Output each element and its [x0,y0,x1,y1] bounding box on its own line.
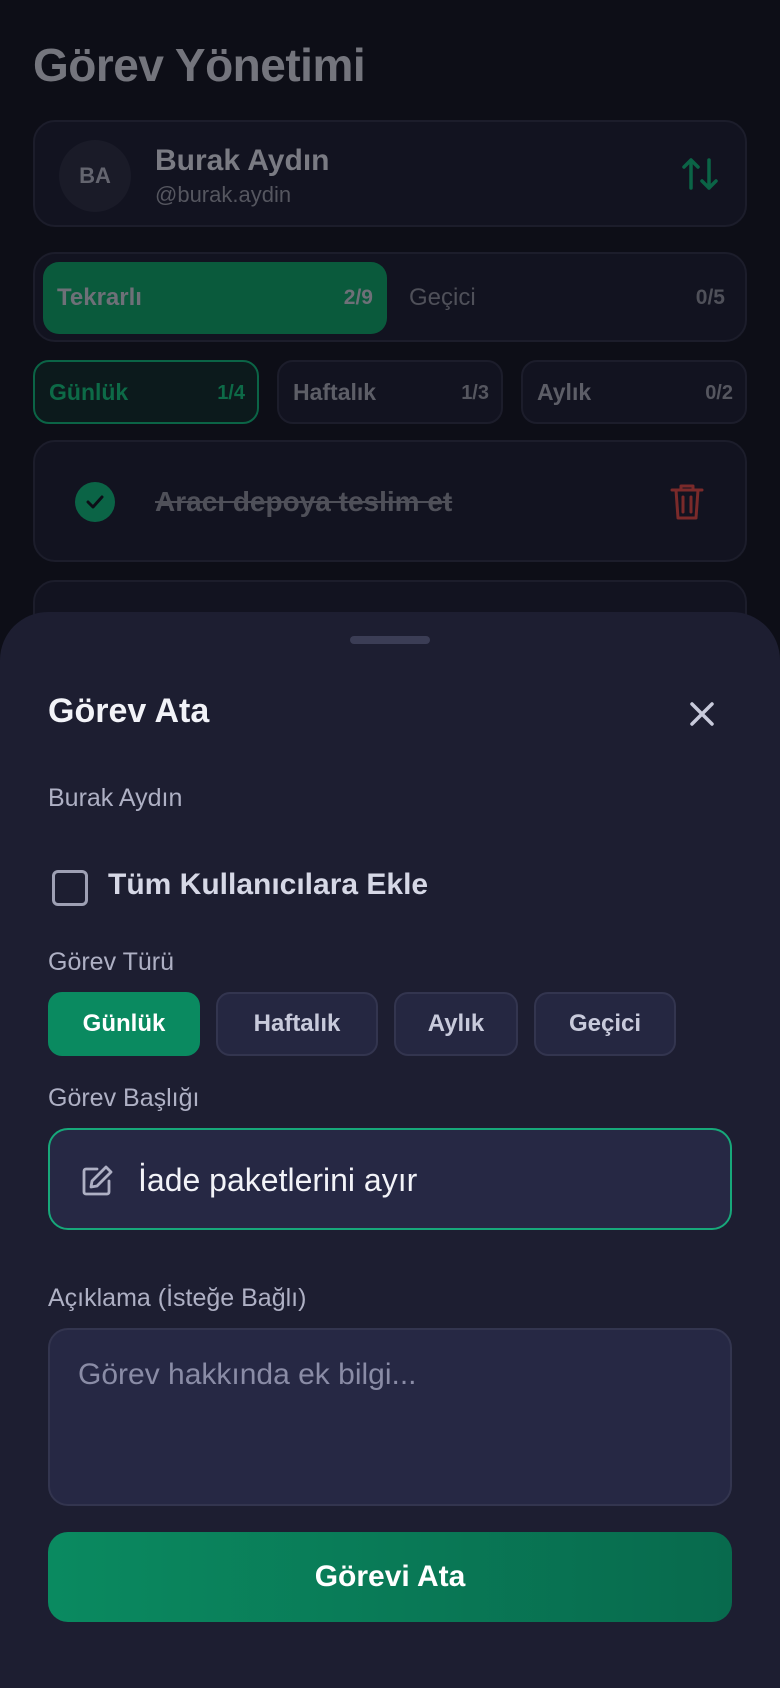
type-gunluk-button[interactable]: Günlük [48,992,200,1056]
segment-count: 2/9 [343,286,373,309]
task-title-value: İade paketlerini ayır [138,1162,418,1198]
task-item[interactable]: Aracı depoya teslim et [33,440,747,562]
segment-control: Tekrarlı 2/9 Geçici 0/5 [33,252,747,342]
segment-label: Tekrarlı [57,284,142,311]
tab-count: 1/3 [461,382,489,404]
assignee-label: Burak Aydın [48,784,183,812]
sheet-handle[interactable] [350,636,430,644]
edit-icon [82,1165,113,1196]
type-haftalik-button[interactable]: Haftalık [216,992,378,1056]
tab-count: 1/4 [217,382,245,404]
description-textarea[interactable]: Görev hakkında ek bilgi... [48,1328,732,1506]
task-title: Aracı depoya teslim et [155,486,453,517]
all-users-label[interactable]: Tüm Kullanıcılara Ekle [108,868,428,902]
avatar: BA [59,140,131,212]
segment-tekrarli[interactable]: Tekrarlı 2/9 [43,262,387,334]
description-placeholder: Görev hakkında ek bilgi... [78,1358,417,1391]
assign-task-button[interactable]: Görevi Ata [48,1532,732,1622]
sheet-title: Görev Ata [48,692,210,730]
task-title-label: Görev Başlığı [48,1084,200,1112]
user-handle: @burak.aydin [155,182,292,207]
type-gecici-button[interactable]: Geçici [534,992,676,1056]
tab-haftalik[interactable]: Haftalık 1/3 [277,360,503,424]
tab-gunluk[interactable]: Günlük 1/4 [33,360,259,424]
assign-task-sheet: Görev Ata Burak Aydın Tüm Kullanıcılara … [0,612,780,1688]
user-name: Burak Aydın [155,144,330,177]
user-card[interactable]: BA Burak Aydın @burak.aydin [33,120,747,227]
task-type-label: Görev Türü [48,948,174,976]
check-icon[interactable] [75,482,115,522]
description-label: Açıklama (İsteğe Bağlı) [48,1284,307,1312]
tab-label: Aylık [537,379,592,405]
tab-label: Haftalık [293,379,377,405]
segment-count: 0/5 [695,286,725,309]
all-users-checkbox[interactable] [52,870,88,906]
tab-aylik[interactable]: Aylık 0/2 [521,360,747,424]
sort-arrows-icon[interactable] [679,152,723,196]
page-title: Görev Yönetimi [33,39,366,91]
task-title-input[interactable]: İade paketlerini ayır [48,1128,732,1230]
type-aylik-button[interactable]: Aylık [394,992,518,1056]
tab-label: Günlük [49,379,129,405]
close-icon[interactable] [684,696,720,732]
tab-count: 0/2 [705,382,733,404]
segment-label: Geçici [409,284,476,311]
trash-icon[interactable] [669,482,705,522]
segment-gecici[interactable]: Geçici 0/5 [395,262,741,334]
